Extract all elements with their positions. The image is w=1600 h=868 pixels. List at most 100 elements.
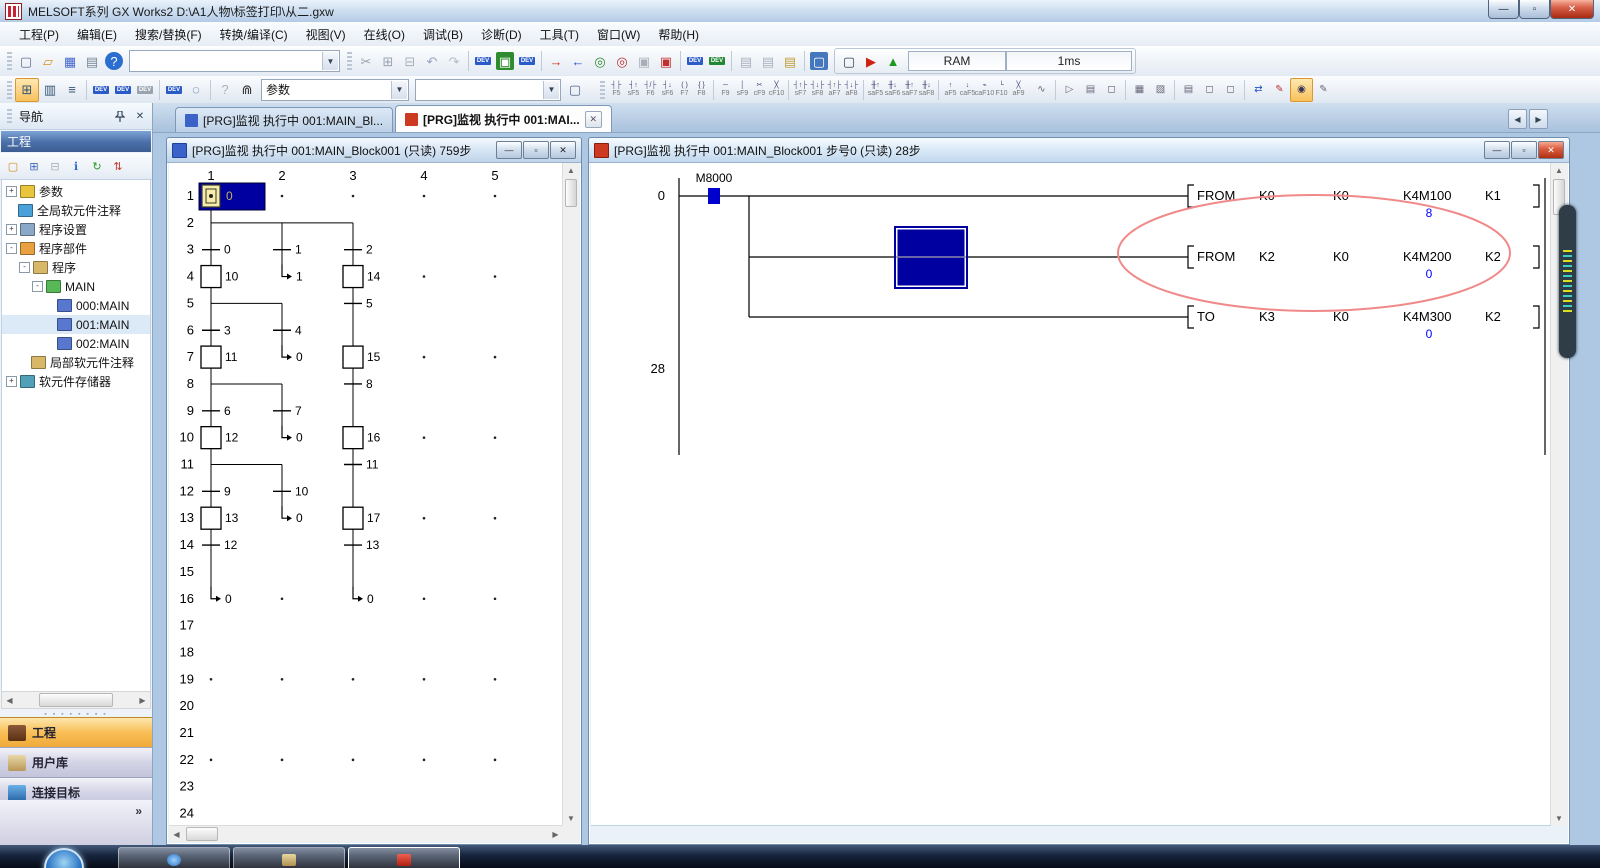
- edit-assist1-icon[interactable]: ▷: [1059, 79, 1080, 101]
- fkey-saF8-button[interactable]: ╫↓saF8: [918, 78, 935, 102]
- edit-assist3-icon[interactable]: ◻: [1101, 79, 1122, 101]
- tab-scroll-right-icon[interactable]: ▶: [1529, 109, 1548, 129]
- minimize-button[interactable]: —: [1488, 0, 1519, 19]
- expand-icon[interactable]: -: [19, 262, 30, 273]
- module-icon[interactable]: ▥: [39, 79, 61, 101]
- sidebar-item-user-library[interactable]: 用户库: [0, 747, 152, 778]
- device-watch-icon[interactable]: DEV: [163, 79, 185, 101]
- device-write-icon[interactable]: DEV: [706, 50, 728, 72]
- monitor-watch-icon[interactable]: ◉: [1290, 78, 1313, 102]
- monitor-red-icon[interactable]: ▣: [655, 50, 677, 72]
- child-close-button[interactable]: ✕: [1538, 141, 1564, 159]
- tree-item-MAIN[interactable]: -MAIN: [2, 277, 150, 296]
- wire-write2-icon[interactable]: ✎: [1269, 79, 1290, 101]
- panel-grip[interactable]: [7, 109, 12, 123]
- menu-item-5[interactable]: 视图(V): [297, 23, 355, 46]
- fkey-caF10-button[interactable]: ⌁caF10: [976, 78, 993, 102]
- navigation-toggle-icon[interactable]: ⊞: [15, 78, 39, 102]
- edit-assist2-icon[interactable]: ▤: [1080, 79, 1101, 101]
- fkey-sF8-button[interactable]: ┤↓├sF8: [809, 78, 826, 102]
- device-find-icon[interactable]: ◌: [185, 79, 207, 101]
- tree-item-软元件存储器[interactable]: +软元件存储器: [2, 372, 150, 391]
- tree-item-000:MAIN[interactable]: 000:MAIN: [2, 296, 150, 315]
- fkey-sF5-button[interactable]: ┤↑sF5: [625, 78, 642, 102]
- chevron-down-icon[interactable]: ▼: [543, 81, 559, 99]
- verify-red-icon[interactable]: ◎: [611, 50, 633, 72]
- program-select-combo[interactable]: 参数▼: [261, 79, 409, 101]
- wire-write-icon[interactable]: ⇄: [1248, 79, 1269, 101]
- fkey-F9-button[interactable]: ─F9: [717, 78, 734, 102]
- scroll-left-icon[interactable]: ◀: [2, 693, 17, 707]
- taskbar-button-3[interactable]: [348, 847, 460, 868]
- statement-icon[interactable]: ▤: [1178, 79, 1199, 101]
- note1-icon[interactable]: ◻: [1199, 79, 1220, 101]
- fkey-saF6-button[interactable]: ╫↓saF6: [884, 78, 901, 102]
- device-display-icon[interactable]: DEV: [472, 50, 494, 72]
- menu-item-1[interactable]: 工程(P): [10, 23, 68, 46]
- close-button[interactable]: ✕: [1550, 0, 1594, 19]
- fkey-saF5-button[interactable]: ╫↑saF5: [867, 78, 884, 102]
- chevron-down-icon[interactable]: ▼: [322, 52, 338, 70]
- menu-item-8[interactable]: 诊断(D): [472, 23, 531, 46]
- fkey-aF7-button[interactable]: ┤↑├aF7: [826, 78, 843, 102]
- tree-item-002:MAIN[interactable]: 002:MAIN: [2, 334, 150, 353]
- memory-target-field[interactable]: RAM: [908, 51, 1006, 71]
- note2-icon[interactable]: ◻: [1220, 79, 1241, 101]
- device-batch-icon[interactable]: DEV: [516, 50, 538, 72]
- child-minimize-button[interactable]: —: [1484, 141, 1510, 159]
- close-panel-icon[interactable]: ✕: [132, 109, 148, 124]
- help-icon[interactable]: ?: [105, 52, 123, 70]
- paste-item-icon[interactable]: ⊟: [45, 156, 65, 176]
- child-minimize-button[interactable]: —: [496, 141, 522, 159]
- toolbar-grip[interactable]: [347, 52, 352, 70]
- menu-item-2[interactable]: 编辑(E): [68, 23, 126, 46]
- scan-time-field[interactable]: 1ms: [1006, 51, 1132, 71]
- taskbar-button-2[interactable]: [233, 847, 345, 868]
- sidebar-item-project[interactable]: 工程: [0, 717, 152, 748]
- more-buttons-chevron[interactable]: »: [0, 800, 152, 845]
- toolbar-grip[interactable]: [7, 52, 12, 70]
- sort-icon[interactable]: ⇅: [108, 156, 128, 176]
- start-button[interactable]: [44, 848, 84, 868]
- monitor-mode-icon[interactable]: ▢: [838, 50, 860, 72]
- tab-close-icon[interactable]: ✕: [585, 111, 602, 128]
- device-ccl-icon[interactable]: DEV: [134, 79, 156, 101]
- copy-icon[interactable]: ⊞: [377, 50, 399, 72]
- hst-icon[interactable]: ∿: [1031, 79, 1052, 101]
- expand-icon[interactable]: +: [6, 224, 17, 235]
- tree-item-程序[interactable]: -程序: [2, 258, 150, 277]
- edit-last-icon[interactable]: ✎: [1313, 79, 1334, 101]
- fkey-cF10-button[interactable]: ╳cF10: [768, 78, 785, 102]
- help2-icon[interactable]: ?: [214, 79, 236, 101]
- fkey-sF7-button[interactable]: ┤↑├sF7: [792, 78, 809, 102]
- refresh-icon[interactable]: ↻: [87, 156, 107, 176]
- tab-document-1[interactable]: [PRG]监视 执行中 001:MAIN_Bl...: [175, 107, 393, 132]
- verify-icon[interactable]: ◎: [589, 50, 611, 72]
- sfc-hscrollbar[interactable]: ◀ ▶: [169, 825, 563, 842]
- fkey-aF9-button[interactable]: ╳aF9: [1010, 78, 1027, 102]
- toolbar-grip[interactable]: [7, 81, 12, 99]
- doc2-icon[interactable]: ▤: [757, 50, 779, 72]
- cut-icon[interactable]: ✂: [355, 50, 377, 72]
- doc3-icon[interactable]: ▤: [779, 50, 801, 72]
- data-transfer-combo[interactable]: ▼: [129, 50, 340, 72]
- fkey-caF5-button[interactable]: ↓caF5: [959, 78, 976, 102]
- monitor-start-icon[interactable]: ▶: [860, 50, 882, 72]
- fkey-F8-button[interactable]: { }F8: [693, 78, 710, 102]
- read-mode-icon[interactable]: ▦: [1129, 79, 1150, 101]
- info-icon[interactable]: ℹ: [66, 156, 86, 176]
- child-close-button[interactable]: ✕: [550, 141, 576, 159]
- device-read-icon[interactable]: DEV: [684, 50, 706, 72]
- new-item-icon[interactable]: ▢: [3, 156, 23, 176]
- fkey-saF7-button[interactable]: ╫↑saF7: [901, 78, 918, 102]
- ladder-editor[interactable]: 028M8000FROMK0K0K4M100K18FROMK2K0K4M200K…: [591, 163, 1567, 842]
- tree-item-程序部件[interactable]: -程序部件: [2, 239, 150, 258]
- tab-scroll-left-icon[interactable]: ◀: [1508, 109, 1527, 129]
- fkey-aF5-button[interactable]: ↑aF5: [942, 78, 959, 102]
- write-mode-icon[interactable]: ▧: [1150, 79, 1171, 101]
- find-combo[interactable]: ▼: [415, 79, 561, 101]
- menu-item-3[interactable]: 搜索/替换(F): [126, 23, 211, 46]
- expand-icon[interactable]: -: [32, 281, 43, 292]
- fkey-aF8-button[interactable]: ┤↓├aF8: [843, 78, 860, 102]
- device-comment-icon[interactable]: DEV: [90, 79, 112, 101]
